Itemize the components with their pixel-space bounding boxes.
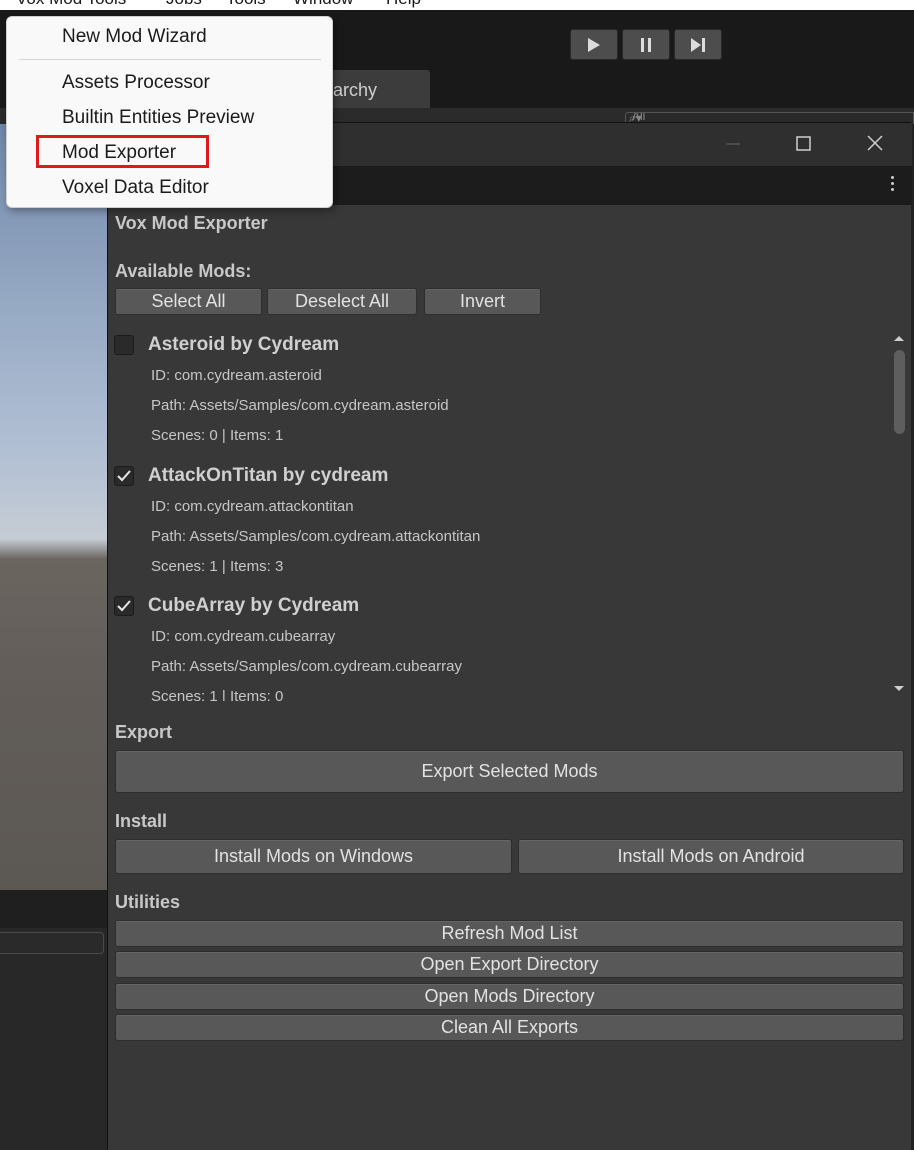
play-icon [588, 37, 600, 52]
install-android-button[interactable]: Install Mods on Android [518, 839, 904, 874]
mod-id: ID: com.cydream.asteroid [151, 367, 322, 384]
step-icon [691, 37, 705, 52]
menu-tools[interactable]: Tools [226, 0, 266, 9]
clean-all-exports-button[interactable]: Clean All Exports [115, 1014, 904, 1041]
mod-stats: Scenes: 1 | Items: 0 [151, 688, 284, 701]
step-button[interactable] [674, 29, 722, 60]
menu-item-assets-processor[interactable]: Assets Processor [62, 72, 210, 94]
minimize-button[interactable] [718, 133, 748, 155]
menu-jobs[interactable]: Jobs [166, 0, 202, 9]
mod-item: CubeArray by Cydream ID: com.cydream.cub… [108, 590, 890, 701]
scene-view[interactable] [0, 124, 110, 890]
mod-title: Asteroid by Cydream [148, 334, 340, 355]
menu-window[interactable]: Window [293, 0, 353, 9]
mod-item: Asteroid by Cydream ID: com.cydream.aste… [108, 329, 890, 459]
mod-item: AttackOnTitan by cydream ID: com.cydream… [108, 460, 890, 590]
select-all-button[interactable]: Select All [115, 288, 262, 315]
refresh-mod-list-button[interactable]: Refresh Mod List [115, 920, 904, 947]
mod-path: Path: Assets/Samples/com.cydream.asteroi… [151, 397, 449, 414]
menu-item-builtin-entities-preview[interactable]: Builtin Entities Preview [62, 107, 254, 129]
highlight-box [36, 135, 209, 168]
mod-checkbox[interactable] [114, 596, 134, 616]
tab-hierarchy-label: rarchy [327, 80, 378, 100]
maximize-icon [796, 136, 811, 151]
invert-button[interactable]: Invert [424, 288, 541, 315]
project-panel [0, 890, 110, 1150]
project-panel-header [0, 890, 110, 928]
mod-checkbox[interactable] [114, 466, 134, 486]
menu-bar: Vox Mod Tools Jobs Tools Window Help [0, 0, 914, 10]
vox-mod-tools-dropdown: New Mod Wizard Assets Processor Builtin … [6, 16, 333, 208]
mod-id: ID: com.cydream.attackontitan [151, 498, 354, 515]
export-selected-mods-button[interactable]: Export Selected Mods [115, 750, 904, 793]
mod-list-scrollbar[interactable] [891, 328, 907, 698]
mod-stats: Scenes: 1 | Items: 3 [151, 558, 284, 575]
menu-item-new-mod-wizard[interactable]: New Mod Wizard [62, 26, 207, 48]
mod-path: Path: Assets/Samples/com.cydream.cubearr… [151, 658, 462, 675]
available-mods-label: Available Mods: [115, 261, 252, 281]
deselect-all-button[interactable]: Deselect All [267, 288, 417, 315]
mod-list[interactable]: Asteroid by Cydream ID: com.cydream.aste… [108, 326, 890, 701]
window-heading: Vox Mod Exporter [115, 213, 268, 233]
mod-checkbox[interactable] [114, 335, 134, 355]
mod-title: AttackOnTitan by cydream [148, 465, 389, 486]
install-windows-button[interactable]: Install Mods on Windows [115, 839, 512, 874]
mod-stats: Scenes: 0 | Items: 1 [151, 427, 284, 444]
scroll-down-icon[interactable] [891, 684, 907, 694]
menu-vox-mod-tools[interactable]: Vox Mod Tools [16, 0, 126, 9]
checkmark-icon [117, 600, 131, 612]
close-icon [867, 135, 883, 151]
open-export-directory-button[interactable]: Open Export Directory [115, 951, 904, 978]
unity-editor: Vox Mod Tools Jobs Tools Window Help rar… [0, 0, 914, 1150]
mod-path: Path: Assets/Samples/com.cydream.attacko… [151, 528, 481, 545]
maximize-button[interactable] [788, 133, 818, 155]
kebab-menu-icon[interactable] [888, 176, 896, 196]
menu-help[interactable]: Help [386, 0, 421, 9]
minimize-icon [726, 143, 740, 145]
pause-button[interactable] [622, 29, 670, 60]
scroll-thumb[interactable] [894, 350, 905, 434]
export-label: Export [115, 722, 173, 742]
project-search-input[interactable] [0, 932, 104, 954]
install-label: Install [115, 811, 168, 831]
mod-title: CubeArray by Cydream [148, 595, 360, 616]
play-button[interactable] [570, 29, 618, 60]
pause-icon [641, 37, 651, 52]
scroll-up-icon[interactable] [891, 333, 907, 343]
checkmark-icon [117, 470, 131, 482]
open-mods-directory-button[interactable]: Open Mods Directory [115, 983, 904, 1010]
mod-id: ID: com.cydream.cubearray [151, 628, 336, 645]
close-button[interactable] [860, 133, 890, 155]
menu-separator [19, 59, 321, 60]
utilities-label: Utilities [115, 892, 181, 912]
mod-exporter-window: Vox Mod Exporter Available Mods: Select … [107, 122, 912, 1150]
menu-item-voxel-data-editor[interactable]: Voxel Data Editor [62, 177, 209, 199]
